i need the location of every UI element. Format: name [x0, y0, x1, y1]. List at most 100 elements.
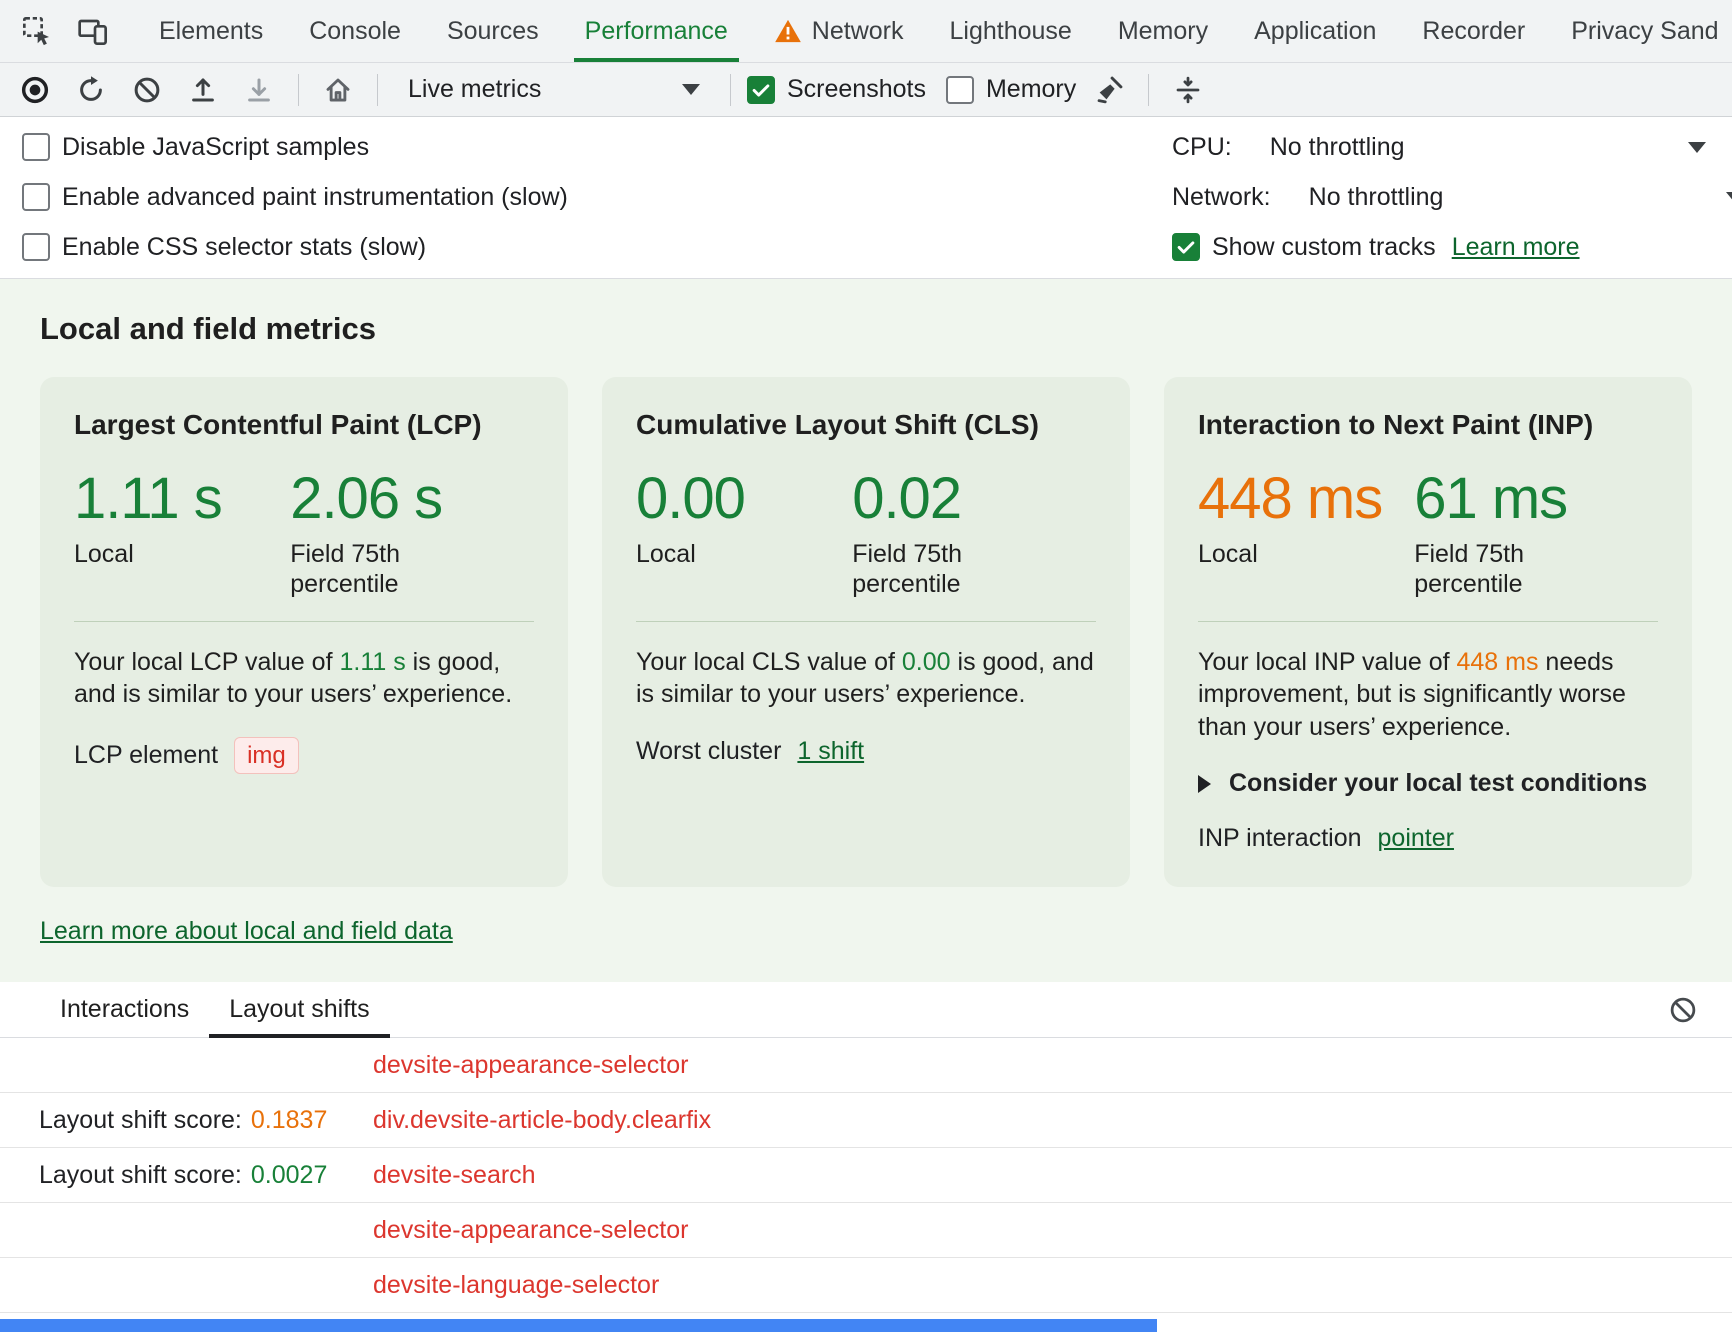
element-link[interactable]: div.devsite-article-body.clearfix — [373, 1106, 711, 1135]
divider — [1148, 74, 1149, 106]
metric-card-lcp: Largest Contentful Paint (LCP) 1.11 s Lo… — [40, 377, 568, 887]
clear-icon[interactable] — [124, 67, 170, 113]
inp-interaction-label: INP interaction — [1198, 824, 1362, 853]
throttling-settings: CPU: No throttling Network: No throttlin… — [1172, 122, 1732, 272]
layout-shift-row[interactable]: Layout shift score: 0.1837 div.devsite-a… — [0, 1093, 1732, 1148]
layout-shift-row[interactable]: devsite-appearance-selector — [0, 1203, 1732, 1258]
tabbar-left-icons — [0, 0, 124, 62]
worst-cluster-label: Worst cluster — [636, 737, 781, 766]
tab-privacy-sandbox[interactable]: Privacy Sand — [1548, 0, 1732, 62]
tab-sources[interactable]: Sources — [424, 0, 562, 62]
cls-description: Your local CLS value of 0.00 is good, an… — [636, 646, 1096, 711]
tab-lighthouse[interactable]: Lighthouse — [926, 0, 1094, 62]
inp-interaction-link[interactable]: pointer — [1378, 824, 1454, 853]
settings-checkboxes: Disable JavaScript samples Enable advanc… — [0, 122, 568, 272]
card-title: Interaction to Next Paint (INP) — [1198, 409, 1658, 441]
cls-local-value: 0.00 — [636, 469, 852, 530]
lcp-field-value: 2.06 s — [290, 469, 534, 530]
checkbox-unchecked — [22, 183, 50, 211]
reload-icon[interactable] — [68, 67, 114, 113]
checkbox-checked — [1172, 233, 1200, 261]
checkbox-unchecked — [22, 133, 50, 161]
card-divider — [1198, 621, 1658, 622]
advanced-paint-checkbox[interactable]: Enable advanced paint instrumentation (s… — [0, 172, 568, 222]
learn-more-link[interactable]: Learn more — [1452, 233, 1580, 262]
dropdown-arrow-icon — [1726, 192, 1732, 203]
tab-interactions[interactable]: Interactions — [40, 982, 209, 1037]
lcp-element-label: LCP element — [74, 741, 218, 770]
home-icon[interactable] — [315, 67, 361, 113]
inp-description: Your local INP value of 448 ms needs imp… — [1198, 646, 1658, 744]
load-profile-icon[interactable] — [180, 67, 226, 113]
learn-more-field-data-link[interactable]: Learn more about local and field data — [40, 917, 453, 946]
tab-elements[interactable]: Elements — [136, 0, 286, 62]
element-link[interactable]: devsite-appearance-selector — [373, 1216, 688, 1245]
tab-recorder[interactable]: Recorder — [1399, 0, 1548, 62]
tab-performance[interactable]: Performance — [562, 0, 751, 62]
cpu-throttling-select[interactable]: CPU: No throttling — [1172, 122, 1732, 172]
show-custom-tracks-row: Show custom tracks Learn more — [1172, 222, 1732, 272]
network-throttling-select[interactable]: Network: No throttling — [1172, 172, 1732, 222]
local-test-conditions-expander[interactable]: Consider your local test conditions — [1198, 769, 1658, 798]
layout-shift-row[interactable]: devsite-language-selector — [0, 1258, 1732, 1313]
save-profile-icon[interactable] — [236, 67, 282, 113]
panel-tabs: Elements Console Sources Performance Net… — [136, 0, 1732, 62]
element-link[interactable]: devsite-language-selector — [373, 1271, 659, 1300]
device-toolbar-icon[interactable] — [70, 8, 116, 54]
tab-network[interactable]: Network — [751, 0, 927, 62]
history-dropdown[interactable]: Live metrics — [394, 70, 714, 110]
memory-checkbox[interactable]: Memory — [946, 75, 1076, 104]
divider — [298, 74, 299, 106]
layout-shift-row[interactable]: devsite-appearance-selector — [0, 1038, 1732, 1093]
local-field-metrics-section: Local and field metrics Largest Contentf… — [0, 279, 1732, 982]
card-divider — [636, 621, 1096, 622]
horizontal-scrollbar-thumb[interactable] — [0, 1319, 1157, 1332]
screenshots-checkbox[interactable]: Screenshots — [747, 75, 926, 104]
disable-js-samples-checkbox[interactable]: Disable JavaScript samples — [0, 122, 568, 172]
record-icon[interactable] — [12, 67, 58, 113]
inp-local-value: 448 ms — [1198, 469, 1414, 530]
collapse-tracks-icon[interactable] — [1165, 67, 1211, 113]
divider — [730, 74, 731, 106]
history-dropdown-label: Live metrics — [408, 75, 541, 104]
layout-shift-row[interactable]: Layout shift score: 0.0027 devsite-searc… — [0, 1148, 1732, 1203]
card-title: Largest Contentful Paint (LCP) — [74, 409, 534, 441]
tab-memory[interactable]: Memory — [1095, 0, 1231, 62]
tab-layout-shifts[interactable]: Layout shifts — [209, 982, 389, 1037]
element-link[interactable]: devsite-appearance-selector — [373, 1051, 688, 1080]
css-selector-stats-checkbox[interactable]: Enable CSS selector stats (slow) — [0, 222, 568, 272]
tab-console[interactable]: Console — [286, 0, 424, 62]
performance-toolbar: Live metrics Screenshots Memory — [0, 63, 1732, 117]
checkbox-unchecked — [22, 233, 50, 261]
card-title: Cumulative Layout Shift (CLS) — [636, 409, 1096, 441]
expand-details-icon — [1198, 775, 1211, 793]
dropdown-arrow-icon — [1688, 142, 1706, 153]
section-heading: Local and field metrics — [40, 311, 1692, 347]
lcp-description: Your local LCP value of 1.11 s is good, … — [74, 646, 534, 711]
checkbox-unchecked — [946, 76, 974, 104]
card-divider — [74, 621, 534, 622]
worst-cluster-link[interactable]: 1 shift — [797, 737, 864, 766]
cls-field-value: 0.02 — [852, 469, 1096, 530]
metric-card-cls: Cumulative Layout Shift (CLS) 0.00 Local… — [602, 377, 1130, 887]
devtools-tabbar: Elements Console Sources Performance Net… — [0, 0, 1732, 63]
screenshots-label: Screenshots — [787, 75, 926, 104]
lcp-local-value: 1.11 s — [74, 469, 290, 530]
collect-garbage-icon[interactable] — [1086, 67, 1132, 113]
element-link[interactable]: devsite-search — [373, 1161, 536, 1190]
divider — [377, 74, 378, 106]
log-tabbar: Interactions Layout shifts — [0, 982, 1732, 1038]
metric-card-inp: Interaction to Next Paint (INP) 448 ms L… — [1164, 377, 1692, 887]
network-warning-icon — [774, 18, 802, 44]
inp-field-value: 61 ms — [1414, 469, 1658, 530]
live-metrics-log: Interactions Layout shifts devsite-appea… — [0, 982, 1732, 1332]
dropdown-arrow-icon — [682, 84, 700, 95]
lcp-element-badge[interactable]: img — [234, 737, 299, 774]
performance-settings: Disable JavaScript samples Enable advanc… — [0, 117, 1732, 279]
tab-application[interactable]: Application — [1231, 0, 1399, 62]
memory-label: Memory — [986, 75, 1076, 104]
checkbox-checked — [747, 76, 775, 104]
show-custom-tracks-checkbox[interactable]: Show custom tracks — [1172, 233, 1436, 262]
inspect-cursor-icon[interactable] — [14, 8, 60, 54]
clear-log-icon[interactable] — [1660, 987, 1706, 1033]
